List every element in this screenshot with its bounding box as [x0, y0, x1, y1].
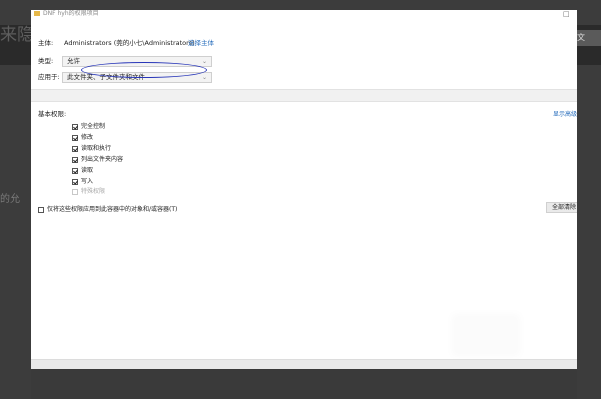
type-selected-value: 允许 — [67, 57, 80, 65]
dialog-titlebar: DNF hyh的权限项目 □ — [31, 10, 577, 19]
blurred-area — [456, 318, 516, 352]
principal-value: Administrators (莞的小七\Administrators) — [64, 39, 195, 47]
background-text: 来隐 — [0, 25, 34, 45]
background-right-tab: 文 — [577, 30, 601, 46]
apply-only-label: 仅将这些权限应用到此容器中的对象和/或容器(T) — [47, 205, 178, 213]
perm-checkbox[interactable] — [72, 157, 78, 163]
perm-label: 修改 — [81, 134, 94, 141]
applies-to-label: 应用于: — [38, 73, 60, 81]
permission-entry-dialog: DNF hyh的权限项目 □ 主体: Administrators (莞的小七\… — [31, 10, 577, 369]
permission-modify[interactable]: 修改 — [72, 134, 93, 142]
principal-label: 主体: — [38, 39, 54, 47]
basic-permissions-title: 基本权限: — [38, 110, 67, 118]
clear-all-button[interactable]: 全部清除 — [546, 202, 577, 213]
perm-checkbox[interactable] — [72, 124, 78, 130]
background-window-bottom — [31, 369, 577, 399]
perm-checkbox[interactable] — [72, 135, 78, 141]
applies-to-selected-value: 此文件夹、子文件夹和文件 — [67, 73, 145, 81]
permission-write[interactable]: 写入 — [72, 178, 93, 186]
permission-list-folder[interactable]: 列出文件夹内容 — [72, 156, 123, 164]
permission-special: 特殊权限 — [72, 188, 105, 196]
perm-label: 读取和执行 — [81, 145, 112, 152]
perm-checkbox[interactable] — [72, 146, 78, 152]
background-text-mid: 的允 — [0, 194, 20, 205]
applies-to-select[interactable]: 此文件夹、子文件夹和文件 ⌄ — [62, 72, 212, 83]
apply-only-option[interactable]: 仅将这些权限应用到此容器中的对象和/或容器(T) — [38, 205, 177, 214]
permission-full-control[interactable]: 完全控制 — [72, 123, 105, 131]
permission-read-execute[interactable]: 读取和执行 — [72, 145, 111, 153]
perm-label: 完全控制 — [81, 123, 106, 130]
permission-read[interactable]: 读取 — [72, 167, 93, 175]
folder-icon — [34, 11, 40, 16]
chevron-down-icon: ⌄ — [201, 74, 207, 81]
perm-label: 写入 — [81, 178, 94, 185]
type-select[interactable]: 允许 ⌄ — [62, 56, 212, 67]
perm-checkbox[interactable] — [72, 168, 78, 174]
perm-label: 列出文件夹内容 — [81, 156, 124, 163]
maximize-button[interactable]: □ — [563, 10, 570, 18]
show-advanced-link[interactable]: 显示高级 — [553, 110, 577, 119]
chevron-down-icon: ⌄ — [201, 58, 207, 65]
type-label: 类型: — [38, 57, 54, 65]
perm-checkbox — [72, 189, 78, 195]
perm-checkbox[interactable] — [72, 179, 78, 185]
perm-label: 读取 — [81, 167, 94, 174]
select-principal-link[interactable]: 选择主体 — [188, 39, 214, 48]
dialog-footer — [31, 359, 577, 369]
apply-only-checkbox[interactable] — [38, 206, 44, 213]
dialog-title: DNF hyh的权限项目 — [43, 10, 99, 17]
section-divider — [31, 89, 577, 102]
perm-label: 特殊权限 — [81, 188, 106, 195]
